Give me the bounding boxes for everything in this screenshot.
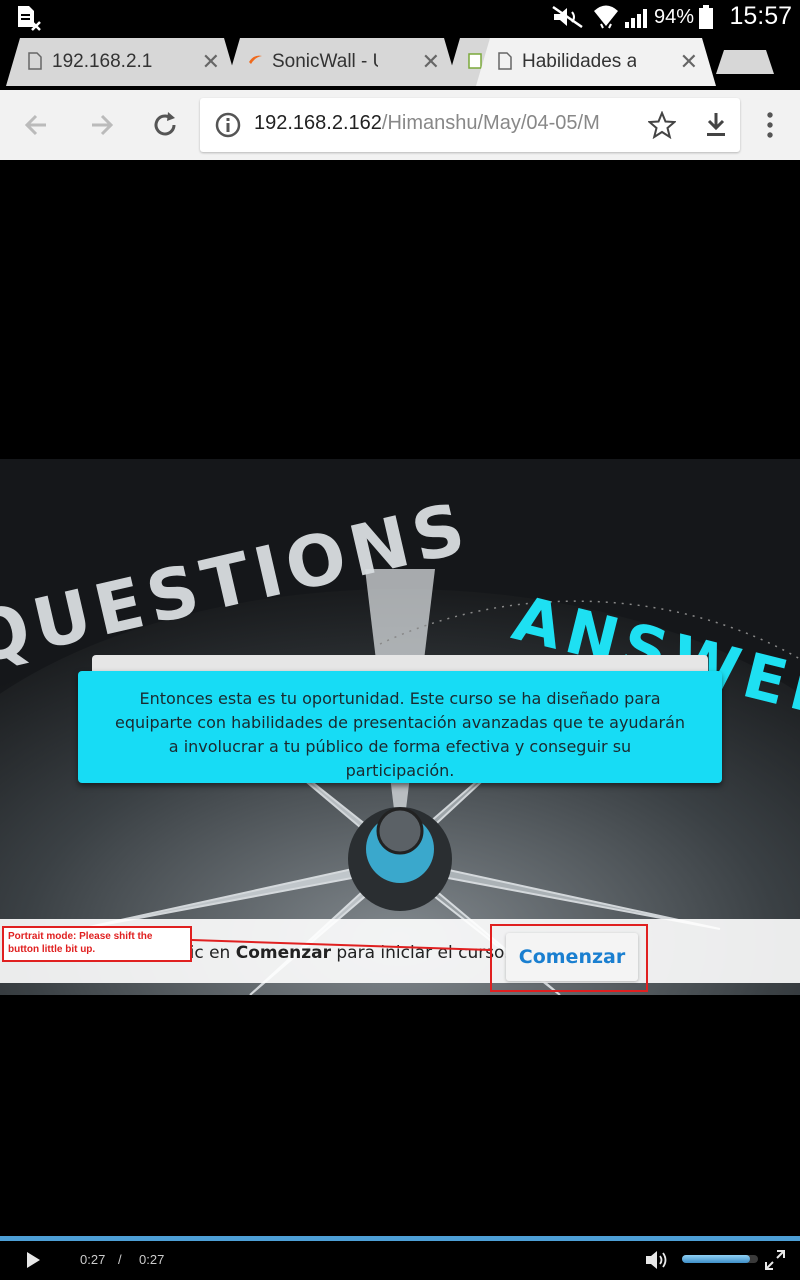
overflow-menu-icon[interactable] <box>760 110 780 140</box>
sim-card-icon <box>18 6 41 31</box>
duration: 0:27 <box>139 1252 165 1267</box>
annotation-connector-line <box>192 939 491 951</box>
tab-habilidades[interactable]: Habilidades ava ✕ <box>476 38 716 86</box>
page-icon <box>28 52 42 70</box>
download-icon[interactable] <box>702 110 730 140</box>
mute-icon <box>552 6 583 28</box>
address-bar[interactable]: 192.168.2.162/Himanshu/May/04-05/M <box>200 98 740 152</box>
volume-icon[interactable] <box>644 1249 670 1271</box>
signal-icon <box>625 9 647 28</box>
info-icon[interactable] <box>214 111 242 139</box>
tab-192-168-2-1[interactable]: 192.168.2.1 ✕ <box>6 38 238 86</box>
reload-icon[interactable] <box>148 108 182 142</box>
new-tab-button[interactable] <box>716 50 774 74</box>
volume-level <box>682 1255 751 1263</box>
back-arrow-icon[interactable] <box>20 108 54 142</box>
info-box: Entonces esta es tu oportunidad. Este cu… <box>78 671 722 783</box>
document-icon <box>468 52 482 70</box>
url-path: /Himanshu/May/04-05/M <box>381 112 600 134</box>
tab-title: Habilidades ava <box>522 51 636 72</box>
browser-toolbar: 192.168.2.162/Himanshu/May/04-05/M <box>0 90 800 160</box>
forward-arrow-icon[interactable] <box>84 108 118 142</box>
status-bar: 94% 15:57 <box>0 0 800 34</box>
review-annotation: Portrait mode: Please shift the button l… <box>2 926 192 962</box>
fullscreen-icon[interactable] <box>764 1249 786 1271</box>
close-tab-icon[interactable]: ✕ <box>422 38 440 86</box>
play-icon[interactable] <box>24 1251 42 1269</box>
close-tab-icon[interactable]: ✕ <box>202 38 220 86</box>
tab-strip: 192.168.2.1 ✕ SonicWall - User ✕ Habilid… <box>0 34 800 90</box>
wifi-icon <box>594 5 618 29</box>
url-text[interactable]: 192.168.2.162/Himanshu/May/04-05/M <box>254 112 636 135</box>
annotation-highlight-box <box>490 924 648 992</box>
close-tab-icon[interactable]: ✕ <box>680 38 698 86</box>
time-separator: / <box>118 1252 122 1267</box>
sonicwall-icon <box>248 52 262 70</box>
battery-icon <box>699 5 713 29</box>
clock: 15:57 <box>729 2 792 30</box>
url-host: 192.168.2.162 <box>254 112 382 134</box>
info-text: Entonces esta es tu oportunidad. Este cu… <box>114 689 686 780</box>
battery-percent: 94% <box>653 6 694 28</box>
annotation-text: Portrait mode: Please shift the button l… <box>8 931 153 955</box>
video-controls: 0:27 / 0:27 <box>0 1241 800 1280</box>
course-slide: QUESTIONS ANSWERS Entonces esta es tu op… <box>0 459 800 995</box>
current-time: 0:27 <box>80 1252 106 1267</box>
page-icon <box>498 52 512 70</box>
tab-title: 192.168.2.1 <box>52 51 153 72</box>
volume-slider[interactable] <box>682 1255 758 1263</box>
tab-title: SonicWall - User <box>272 51 368 72</box>
tab-sonicwall[interactable]: SonicWall - User ✕ <box>226 38 458 86</box>
bookmark-star-icon[interactable] <box>648 111 676 139</box>
